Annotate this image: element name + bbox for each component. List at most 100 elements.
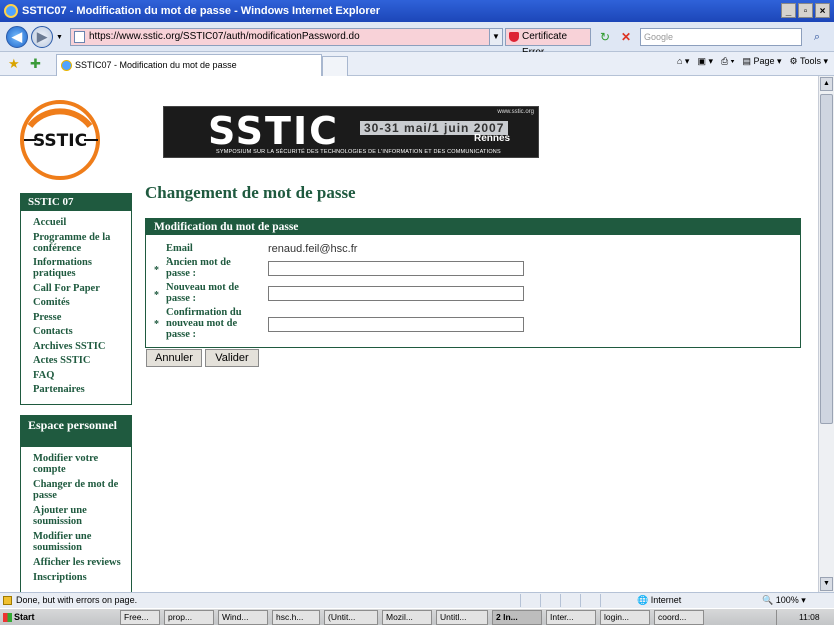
- taskbar-button[interactable]: hsc.h...: [272, 610, 320, 625]
- status-segment: [560, 594, 578, 607]
- espace-item-changer-mdp[interactable]: Changer de mot de passe: [33, 479, 131, 501]
- close-button[interactable]: ×: [815, 3, 830, 18]
- main-nav: Accueil Programme de la conférence Infor…: [20, 211, 132, 405]
- add-favorites-icon[interactable]: ✚: [30, 57, 44, 71]
- page-title: Changement de mot de passe: [145, 183, 356, 202]
- back-button[interactable]: ◀: [6, 26, 28, 48]
- search-input[interactable]: Google: [640, 28, 802, 46]
- required-mark: *: [154, 290, 159, 301]
- nav-item-partenaires[interactable]: Partenaires: [33, 384, 131, 395]
- start-label: Start: [14, 612, 35, 622]
- tab-row: ★ ✚ SSTIC07 - Modification du mot de pas…: [0, 52, 834, 76]
- nav-heading: SSTIC 07: [20, 193, 132, 211]
- warning-icon[interactable]: [3, 596, 12, 605]
- new-tab-button[interactable]: [322, 56, 348, 76]
- new-password-input[interactable]: [268, 286, 524, 301]
- espace-item-modifier-compte[interactable]: Modifier votre compte: [33, 453, 131, 475]
- history-dropdown-icon[interactable]: ▼: [56, 34, 63, 41]
- scroll-down-icon[interactable]: ▼: [820, 577, 833, 591]
- feeds-icon[interactable]: ▣ ▾: [697, 56, 713, 67]
- status-segment: [600, 594, 618, 607]
- confirm-password-input[interactable]: [268, 317, 524, 332]
- form-heading: Modification du mot de passe: [146, 219, 800, 235]
- vertical-scrollbar[interactable]: ▲ ▼: [818, 76, 834, 592]
- nav-item-archives[interactable]: Archives SSTIC: [33, 341, 131, 352]
- taskbar-button[interactable]: Inter...: [546, 610, 596, 625]
- maximize-button[interactable]: ▫: [798, 3, 813, 18]
- certificate-error-button[interactable]: Certificate Error: [505, 28, 591, 58]
- new-password-label: Nouveau mot de passe :: [166, 282, 239, 304]
- taskbar-button[interactable]: Wind...: [218, 610, 268, 625]
- cancel-button[interactable]: Annuler: [146, 349, 202, 367]
- logo-text: SSTIC: [33, 131, 87, 151]
- status-segment: [580, 594, 598, 607]
- refresh-icon[interactable]: ↻: [596, 28, 614, 46]
- nav-item-contacts[interactable]: Contacts: [33, 326, 131, 337]
- page-menu[interactable]: ▤ Page ▾: [742, 56, 781, 67]
- favorites-star-icon[interactable]: ★: [8, 57, 22, 71]
- tab-current[interactable]: SSTIC07 - Modification du mot de passe: [56, 54, 322, 76]
- stop-icon[interactable]: ✕: [617, 28, 635, 46]
- address-input[interactable]: https://www.sstic.org/SSTIC07/auth/modif…: [70, 28, 502, 46]
- espace-item-inscriptions[interactable]: Inscriptions: [33, 572, 131, 583]
- espace-item-modifier-soumission[interactable]: Modifier une soumission: [33, 531, 131, 553]
- taskbar-button[interactable]: Mozil...: [382, 610, 432, 625]
- status-segment: [540, 594, 558, 607]
- address-text: https://www.sstic.org/SSTIC07/auth/modif…: [89, 31, 360, 42]
- internet-zone: 🌐 Internet: [637, 595, 682, 605]
- banner-city: Rennes: [474, 133, 511, 144]
- taskbar-button[interactable]: Untitl...: [436, 610, 488, 625]
- nav-item-actes[interactable]: Actes SSTIC: [33, 355, 131, 366]
- start-button[interactable]: Start: [2, 610, 46, 625]
- banner-www: www.sstic.org: [497, 109, 534, 115]
- status-bar: Done, but with errors on page. 🌐 Interne…: [0, 592, 834, 608]
- zoom-label: 100%: [775, 595, 799, 605]
- status-text: Done, but with errors on page.: [16, 595, 138, 605]
- nav-item-faq[interactable]: FAQ: [33, 370, 131, 381]
- tools-menu[interactable]: ⚙ Tools ▾: [790, 56, 828, 67]
- system-clock: 11:08: [776, 610, 834, 625]
- page-menu-label: Page: [753, 56, 775, 66]
- tab-label: SSTIC07 - Modification du mot de passe: [75, 60, 237, 70]
- search-icon[interactable]: ⌕: [805, 28, 829, 46]
- window-titlebar: SSTIC07 - Modification du mot de passe -…: [0, 0, 834, 22]
- window-title: SSTIC07 - Modification du mot de passe -…: [22, 5, 381, 17]
- nav-item-informations[interactable]: Informations pratiques: [33, 257, 131, 279]
- home-icon[interactable]: ⌂ ▾: [677, 56, 689, 67]
- taskbar-button[interactable]: coord...: [654, 610, 704, 625]
- nav-item-accueil[interactable]: Accueil: [33, 217, 131, 228]
- nav-item-comites[interactable]: Comités: [33, 297, 131, 308]
- espace-nav: Modifier votre compte Changer de mot de …: [20, 447, 132, 592]
- taskbar-button-active[interactable]: 2 In...: [492, 610, 542, 625]
- nav-item-presse[interactable]: Presse: [33, 312, 131, 323]
- print-icon[interactable]: ⎙ ▾: [721, 56, 734, 67]
- taskbar-button[interactable]: Free...: [120, 610, 160, 625]
- sstic-logo: SSTIC: [20, 100, 100, 180]
- taskbar-button[interactable]: login...: [600, 610, 650, 625]
- windows-flag-icon: [3, 613, 12, 622]
- nav-item-programme[interactable]: Programme de la conférence: [33, 232, 131, 254]
- taskbar-button[interactable]: (Untit...: [324, 610, 378, 625]
- scroll-up-icon[interactable]: ▲: [820, 77, 833, 91]
- old-password-input[interactable]: [268, 261, 524, 276]
- nav-item-call-for-paper[interactable]: Call For Paper: [33, 283, 131, 294]
- address-dropdown-icon[interactable]: ▼: [489, 28, 503, 46]
- scroll-thumb[interactable]: [820, 94, 833, 424]
- espace-item-afficher-reviews[interactable]: Afficher les reviews: [33, 557, 131, 568]
- command-bar: ⌂ ▾ ▣ ▾ ⎙ ▾ ▤ Page ▾ ⚙ Tools ▾: [677, 56, 828, 67]
- shield-warning-icon: [509, 32, 519, 42]
- email-value: renaud.feil@hsc.fr: [268, 243, 358, 255]
- espace-heading: Espace personnel: [20, 415, 132, 447]
- required-mark: *: [154, 319, 159, 330]
- minimize-button[interactable]: _: [781, 3, 796, 18]
- window-controls: _ ▫ ×: [781, 3, 830, 18]
- tab-ie-icon: [61, 60, 72, 71]
- page-viewport: SSTIC SSTIC 30-31 mai/1 juin 2007 Rennes…: [0, 76, 818, 592]
- submit-button[interactable]: Valider: [205, 349, 259, 367]
- taskbar-button[interactable]: prop...: [164, 610, 214, 625]
- forward-button[interactable]: ▶: [31, 26, 53, 48]
- zoom-control[interactable]: 🔍 100% ▾: [762, 593, 806, 608]
- banner-subtitle: SYMPOSIUM SUR LA SÉCURITÉ DES TECHNOLOGI…: [216, 149, 501, 155]
- banner-title: SSTIC: [208, 109, 339, 153]
- espace-item-ajouter-soumission[interactable]: Ajouter une soumission: [33, 505, 131, 527]
